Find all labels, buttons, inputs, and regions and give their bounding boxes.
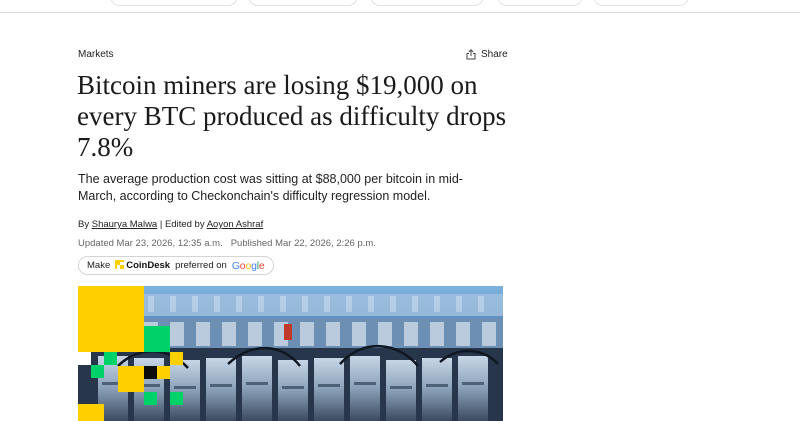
nav-pill[interactable] — [110, 0, 238, 6]
mining-rigs-photo — [78, 286, 503, 421]
category-link[interactable]: Markets — [78, 49, 114, 60]
nav-pill[interactable] — [370, 0, 484, 6]
nav-pill[interactable] — [497, 0, 583, 6]
nav-pill[interactable] — [248, 0, 358, 6]
top-navigation-bar — [0, 0, 800, 13]
edited-prefix: | Edited by — [159, 219, 205, 230]
preferred-on-label: preferred on — [175, 260, 227, 271]
share-icon — [466, 49, 476, 60]
editor-link[interactable]: Aoyon Ashraf — [207, 219, 264, 230]
nav-pill[interactable] — [593, 0, 689, 6]
article-subheading: The average production cost was sitting … — [78, 172, 463, 203]
updated-date: Updated Mar 23, 2026, 12:35 a.m. — [78, 238, 223, 249]
coindesk-logo: CoinDesk — [115, 259, 171, 272]
byline: By Shaurya Malwa | Edited by Aoyon Ashra… — [78, 219, 263, 230]
by-prefix: By — [78, 219, 90, 230]
google-letter: e — [258, 259, 265, 272]
google-logo: Google — [232, 260, 265, 272]
author-link[interactable]: Shaurya Malwa — [92, 219, 157, 230]
published-date: Published Mar 22, 2026, 2:26 p.m. — [230, 238, 376, 249]
coindesk-logo-icon — [115, 259, 125, 272]
coindesk-wordmark: CoinDesk — [126, 260, 171, 271]
google-letter: G — [231, 259, 240, 272]
share-label: Share — [481, 49, 508, 60]
hero-image — [78, 286, 503, 421]
article-dates: Updated Mar 23, 2026, 12:35 a.m. Publishe… — [78, 238, 376, 249]
preferred-source-button[interactable]: Make CoinDesk preferred on Google — [78, 256, 274, 275]
headline: Bitcoin miners are losing $19,000 on eve… — [77, 70, 507, 162]
make-label: Make — [87, 260, 111, 271]
share-button[interactable]: Share — [466, 49, 508, 60]
